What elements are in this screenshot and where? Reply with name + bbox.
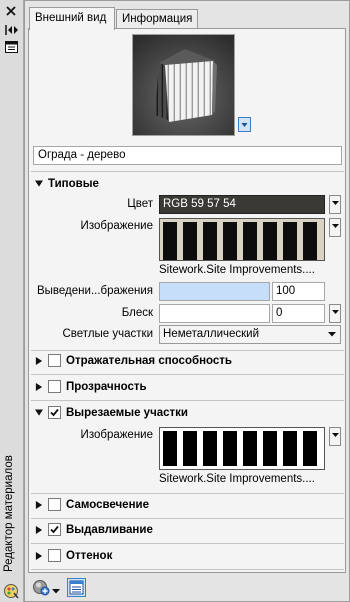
glossiness-label: Блеск xyxy=(121,307,153,319)
chevron-down-icon xyxy=(332,310,339,314)
divider xyxy=(31,400,344,401)
checkmark-icon xyxy=(50,408,59,417)
section-bump-label: Выдавливание xyxy=(66,524,153,536)
glossiness-options-button[interactable] xyxy=(329,304,341,323)
reflectivity-checkbox[interactable] xyxy=(48,354,61,367)
section-transparency-label: Прозрачность xyxy=(66,381,147,393)
tab-appearance[interactable]: Внешний вид xyxy=(29,7,115,30)
preview-options-button[interactable] xyxy=(238,117,251,132)
divider xyxy=(31,518,344,519)
section-generic-label: Типовые xyxy=(48,178,99,190)
collapsed-arrow-icon xyxy=(35,501,43,509)
divider xyxy=(31,171,344,172)
image-fade-value[interactable]: 100 xyxy=(272,282,325,301)
divider xyxy=(31,543,344,544)
highlights-label: Светлые участки xyxy=(62,328,154,340)
chevron-down-icon[interactable] xyxy=(52,585,60,594)
color-label: Цвет xyxy=(127,198,153,210)
expanded-arrow-icon xyxy=(35,180,43,187)
chevron-down-icon xyxy=(332,433,339,437)
create-material-icon[interactable] xyxy=(32,578,50,596)
image-thumbnail[interactable] xyxy=(159,218,325,261)
color-swatch-field[interactable]: RGB 59 57 54 xyxy=(159,195,325,214)
cutouts-image-thumbnail[interactable] xyxy=(159,427,325,470)
collapsed-arrow-icon xyxy=(35,552,43,560)
material-name-field[interactable]: Ограда - дерево xyxy=(33,146,342,165)
self-illumination-checkbox[interactable] xyxy=(48,498,61,511)
bottom-toolbar xyxy=(28,575,346,599)
cutouts-image-label: Изображение xyxy=(80,429,153,441)
checkmark-icon xyxy=(50,525,59,534)
transparency-checkbox[interactable] xyxy=(48,380,61,393)
auto-hide-icon[interactable] xyxy=(5,24,19,36)
divider xyxy=(31,493,344,494)
color-options-button[interactable] xyxy=(329,195,341,214)
cutouts-image-options-button[interactable] xyxy=(329,427,341,446)
highlights-selected-value: Неметаллический xyxy=(163,328,260,340)
chevron-down-icon xyxy=(332,201,339,205)
section-reflectivity-label: Отражательная способность xyxy=(66,355,232,367)
divider xyxy=(31,374,344,375)
divider xyxy=(31,350,344,351)
image-fade-label: Выведени...бражения xyxy=(37,285,153,297)
section-self-illumination-label: Самосвечение xyxy=(66,499,149,511)
collapsed-arrow-icon xyxy=(35,383,43,391)
cutouts-image-caption: Sitework.Site Improvements.... xyxy=(159,473,315,485)
collapsed-arrow-icon xyxy=(35,357,43,365)
material-preview[interactable] xyxy=(132,34,235,136)
materials-palette-icon[interactable] xyxy=(3,583,19,599)
appearance-content: Ограда - дерево Типовые Цвет RGB 59 57 5… xyxy=(28,28,346,573)
highlights-select[interactable]: Неметаллический xyxy=(159,325,341,344)
collapsed-arrow-icon xyxy=(35,526,43,534)
properties-icon[interactable] xyxy=(5,41,19,53)
palette-strip: Редактор материалов xyxy=(0,0,24,602)
palette-title: Редактор материалов xyxy=(3,455,15,572)
materials-editor-panel: Внешний вид Информация Ограда - дерево Т… xyxy=(24,0,350,602)
close-icon[interactable] xyxy=(5,5,19,17)
tint-checkbox[interactable] xyxy=(48,549,61,562)
image-label: Изображение xyxy=(80,220,153,232)
image-fade-slider[interactable] xyxy=(159,282,270,301)
tab-information[interactable]: Информация xyxy=(116,9,198,29)
glossiness-value[interactable]: 0 xyxy=(272,304,325,323)
section-cutouts-label: Вырезаемые участки xyxy=(66,407,188,419)
chevron-down-icon xyxy=(332,224,339,228)
cutouts-checkbox[interactable] xyxy=(48,406,61,419)
image-caption: Sitework.Site Improvements.... xyxy=(159,264,315,276)
glossiness-slider[interactable] xyxy=(159,304,270,323)
divider xyxy=(31,569,344,570)
image-options-button[interactable] xyxy=(329,218,341,237)
section-tint-label: Оттенок xyxy=(66,550,113,562)
material-browser-icon[interactable] xyxy=(67,578,86,597)
bump-checkbox[interactable] xyxy=(48,523,61,536)
expanded-arrow-icon xyxy=(35,409,43,416)
chevron-down-icon xyxy=(328,332,336,337)
